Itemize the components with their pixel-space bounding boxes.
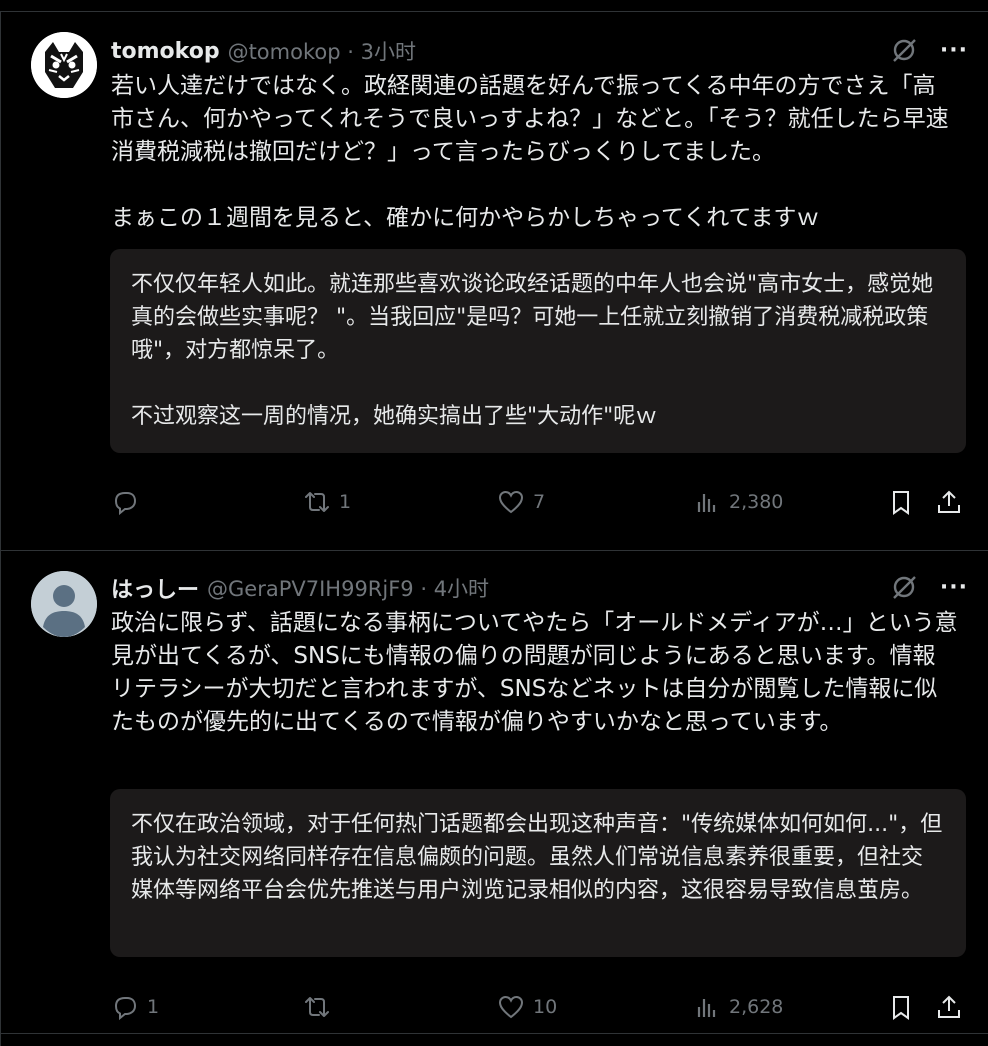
post-actions: 1 10 2,628 <box>111 989 966 1025</box>
views-count: 2,628 <box>729 996 784 1018</box>
like-count: 7 <box>533 491 546 513</box>
author-handle-time[interactable]: @GeraPV7IH99RjF9 · 4小时 <box>207 573 489 603</box>
tiger-avatar-icon <box>31 32 97 98</box>
author-name[interactable]: tomokop <box>111 39 220 64</box>
more-options-icon[interactable]: ··· <box>940 38 968 63</box>
reply-icon <box>114 997 137 1021</box>
header-icons: ··· <box>890 573 968 601</box>
views-button[interactable]: 2,628 <box>693 993 783 1021</box>
post-header: はっしー @GeraPV7IH99RjF9 · 4小时 ··· <box>111 572 968 604</box>
repost-icon <box>305 997 329 1017</box>
reply-count: 1 <box>147 996 160 1018</box>
share-icon <box>938 995 960 1018</box>
repost-icon <box>305 492 329 512</box>
share-icon <box>938 490 960 513</box>
timeline-feed: tomokop @tomokop · 3小时 ··· 若い人達だけではなく。政経… <box>0 11 988 1046</box>
bookmark-icon <box>893 491 909 515</box>
bookmark-icon <box>893 996 909 1020</box>
share-button[interactable] <box>935 488 963 516</box>
bookmark-button[interactable] <box>887 993 915 1021</box>
like-button[interactable]: 10 <box>497 993 557 1021</box>
views-icon <box>697 494 716 512</box>
translation-box: 不仅仅年轻人如此。就连那些喜欢谈论政经话题的中年人也会说"高市女士，感觉她真的会… <box>110 249 966 453</box>
author-name[interactable]: はっしー <box>111 572 199 604</box>
bookmark-button[interactable] <box>887 488 915 516</box>
more-options-icon[interactable]: ··· <box>940 575 968 600</box>
reply-button[interactable]: 1 <box>111 993 159 1021</box>
grok-icon[interactable] <box>890 36 918 64</box>
views-icon <box>697 999 716 1017</box>
heart-icon <box>498 995 524 1019</box>
post-actions: 1 7 2,380 <box>111 484 966 520</box>
views-button[interactable]: 2,380 <box>693 488 783 516</box>
like-count: 10 <box>533 996 558 1018</box>
post-text: 政治に限らず、話題になる事柄についてやたら「オールドメディアが…」という意見が出… <box>111 610 958 735</box>
grok-icon[interactable] <box>890 573 918 601</box>
heart-icon <box>498 490 524 514</box>
repost-button[interactable] <box>303 993 339 1021</box>
share-button[interactable] <box>935 993 963 1021</box>
translation-box: 不仅在政治领域，对于任何热门话题都会出现这种声音："传统媒体如何如何..."，但… <box>110 789 966 957</box>
reply-button[interactable] <box>111 488 147 516</box>
repost-count: 1 <box>339 491 352 513</box>
views-count: 2,380 <box>729 491 784 513</box>
default-user-avatar-icon <box>31 571 97 637</box>
post-header: tomokop @tomokop · 3小时 ··· <box>111 36 968 66</box>
reply-icon <box>114 492 137 516</box>
like-button[interactable]: 7 <box>497 488 545 516</box>
header-icons: ··· <box>890 36 968 64</box>
author-handle-time[interactable]: @tomokop · 3小时 <box>228 36 416 66</box>
post-text: 若い人達だけではなく。政経関連の話題を好んで振ってくる中年の方でさえ「高市さん、… <box>111 73 949 231</box>
repost-button[interactable]: 1 <box>303 488 351 516</box>
post[interactable]: tomokop @tomokop · 3小时 ··· 若い人達だけではなく。政経… <box>1 11 988 551</box>
avatar[interactable] <box>31 32 97 98</box>
avatar[interactable] <box>31 571 97 637</box>
post[interactable]: はっしー @GeraPV7IH99RjF9 · 4小时 ··· 政治に限らず、話… <box>1 551 988 1034</box>
